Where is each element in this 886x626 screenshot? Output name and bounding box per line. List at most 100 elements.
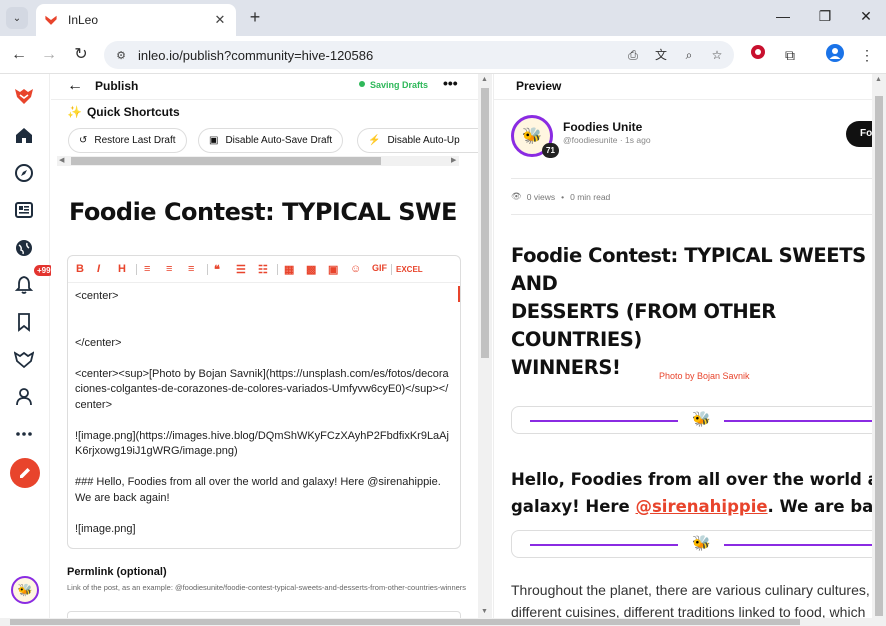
saving-dot-icon [359,81,365,87]
extension-lastpass-icon[interactable] [747,44,769,66]
leo-logo-icon[interactable] [12,84,36,108]
inleo-favicon-icon [45,15,57,25]
preview-header: Preview [494,74,872,100]
explore-compass-icon[interactable] [12,161,36,185]
back-arrow-icon[interactable]: ← [67,77,83,95]
quote-icon[interactable]: ❝ [214,263,220,276]
new-tab-icon[interactable]: + [244,7,266,29]
bullet-list-icon[interactable]: ☰ [236,263,246,276]
more-options-icon[interactable] [12,422,36,446]
leo-brand-icon[interactable] [12,347,36,371]
quick-shortcuts-heading: ✨ Quick Shortcuts [67,105,180,119]
follow-button[interactable]: Fo [846,121,872,147]
image-icon[interactable]: ▩ [306,263,316,276]
url-text[interactable]: inleo.io/publish?community=hive-120586 [138,48,622,63]
scroll-right-icon[interactable]: ▶ [451,156,456,166]
notifications-bell-icon[interactable]: +99 [12,265,54,297]
news-icon[interactable] [12,198,36,222]
table-icon[interactable]: ▦ [284,263,294,276]
align-center-icon[interactable]: ≡ [166,263,172,275]
preview-post-title: Foodie Contest: TYPICAL SWEETS AND DESSE… [511,244,866,379]
tab-close-icon[interactable]: ✕ [212,12,228,28]
minimize-icon[interactable]: — [773,8,793,24]
zoom-icon[interactable]: ⌕ [678,45,700,65]
magic-wand-icon: ⚡ [368,135,381,146]
align-left-icon[interactable]: ≡ [144,263,150,275]
app-sidebar: +99 🐝 [0,74,54,626]
profile-user-icon[interactable] [12,385,36,409]
window-close-icon[interactable]: ✕ [856,8,876,25]
restore-last-draft-button[interactable]: ↺ Restore Last Draft [68,128,187,153]
scroll-down-icon[interactable]: ▼ [481,608,488,615]
restore-icon[interactable]: ❐ [815,8,835,25]
author-name[interactable]: Foodies Unite [563,120,642,134]
reload-icon[interactable]: ↻ [70,44,92,66]
bee-divider-image: 🐝 [511,406,872,434]
bookmark-star-icon[interactable]: ☆ [706,45,728,65]
home-icon[interactable] [12,123,36,147]
editor-title: Publish [95,79,139,93]
disable-autoupload-button[interactable]: ⚡ Disable Auto-Up [357,128,478,153]
page-horizontal-scrollbar[interactable] [0,618,886,626]
divider [511,214,872,215]
editor-panel: ← Publish Saving Drafts ••• ✨ Quick Shor… [51,74,478,626]
disable-autosave-button[interactable]: ▣ Disable Auto-Save Draft [198,128,344,153]
shortcuts-scrollbar[interactable]: ◀ ▶ [57,156,459,166]
compose-button[interactable] [10,458,40,488]
browser-tab-bar: ⌄ InLeo ✕ + — ❐ ✕ [0,0,886,36]
heading-icon[interactable]: H [118,263,126,275]
address-bar[interactable]: ⚙ inleo.io/publish?community=hive-120586… [104,41,734,69]
emoji-icon[interactable]: ☺ [350,263,361,275]
user-avatar-icon[interactable]: 🐝 [11,576,39,604]
bee-icon: 🐝 [692,535,711,552]
divider [511,178,872,179]
install-app-icon[interactable]: ⎙ [622,45,644,65]
back-icon[interactable]: ← [8,44,30,66]
translate-icon[interactable]: 文 [650,45,672,65]
browser-tab[interactable]: InLeo ✕ [36,4,236,36]
editor-scroll-thumb[interactable] [481,88,489,358]
communities-globe-icon[interactable] [12,236,36,260]
saving-status: Saving Drafts [359,80,428,90]
mention-link[interactable]: @sirenahippie [635,497,767,516]
site-info-icon[interactable]: ⚙ [112,46,130,64]
preview-scroll-thumb[interactable] [875,96,883,616]
gif-button[interactable]: GIF [372,263,387,273]
photo-credit-link[interactable]: Photo by Bojan Savnik [659,371,750,381]
forward-icon[interactable]: → [38,44,60,66]
extensions-puzzle-icon[interactable]: ⧉ [779,44,801,66]
preview-title: Preview [516,79,562,93]
tab-title: InLeo [68,13,99,27]
bee-divider-image: 🐝 [511,530,872,558]
scroll-left-icon[interactable]: ◀ [59,156,64,166]
bee-icon: 🐝 [692,411,711,428]
editor-scrollbar[interactable]: ▲ ▼ [478,74,492,618]
scroll-up-icon[interactable]: ▲ [481,76,488,83]
numbered-list-icon[interactable]: ☷ [258,263,268,276]
more-menu-icon[interactable]: ••• [443,75,458,91]
tab-search-icon[interactable]: ⌄ [6,7,28,29]
upload-image-icon[interactable]: ▣ [328,263,338,276]
bookmarks-icon[interactable] [12,310,36,334]
editor-toolbar: B I H ≡ ≡ ≡ ❝ ☰ ☷ ▦ ▩ ▣ ☺ GIF EXCEL [68,256,460,283]
save-disk-icon: ▣ [209,135,219,146]
eye-icon: 👁 [511,191,522,201]
browser-menu-icon[interactable]: ⋮ [856,44,878,66]
post-title-input[interactable]: Foodie Contest: TYPICAL SWEE [69,198,459,226]
excel-button[interactable]: EXCEL [396,265,423,274]
permalink-help: Link of the post, as an example: @foodie… [67,583,467,592]
scroll-up-icon[interactable]: ▲ [875,76,882,83]
editor-cursor [458,286,460,302]
markdown-editor[interactable]: B I H ≡ ≡ ≡ ❝ ☰ ☷ ▦ ▩ ▣ ☺ GIF EXCEL <cen… [67,255,461,549]
align-right-icon[interactable]: ≡ [188,263,194,275]
reputation-badge: 71 [542,143,559,158]
sparkle-icon: ✨ [67,105,82,119]
profile-avatar-icon[interactable] [824,44,846,66]
scroll-thumb[interactable] [71,157,381,165]
italic-icon[interactable]: I [97,263,100,275]
preview-paragraph: Throughout the planet, there are various… [511,582,870,618]
bold-icon[interactable]: B [76,263,84,275]
preview-scrollbar[interactable]: ▲ [872,74,886,618]
markdown-body[interactable]: <center> </center> <center><sup>[Photo b… [75,289,453,537]
page-scroll-thumb[interactable] [10,619,800,625]
